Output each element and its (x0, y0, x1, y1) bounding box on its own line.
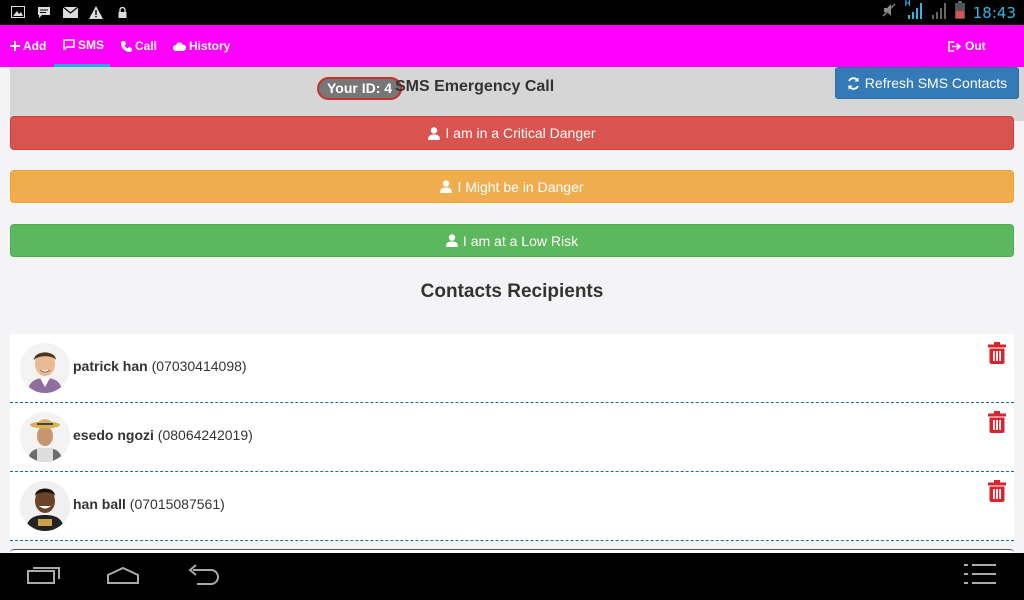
contact-name: han ball (73, 496, 126, 512)
nav-history-label: History (189, 39, 231, 53)
user-icon (445, 234, 458, 247)
nav-call[interactable]: Call (121, 25, 157, 67)
refresh-icon (847, 76, 859, 90)
trash-icon[interactable] (988, 411, 1006, 438)
nav-logout-label: Out (965, 39, 986, 53)
might-be-in-danger-label: I Might be in Danger (457, 178, 584, 195)
contact-info: patrick han (07030414098) (73, 358, 247, 374)
android-navigation-bar (0, 553, 1024, 600)
contact-phone: (07030414098) (151, 358, 247, 374)
list-item[interactable]: esedo ngozi (08064242019) (10, 403, 1014, 472)
nav-add-label: Add (23, 39, 47, 53)
user-icon (440, 180, 453, 193)
low-risk-button[interactable]: I am at a Low Risk (10, 224, 1014, 257)
list-item[interactable]: patrick han (07030414098) (10, 334, 1014, 403)
user-icon (428, 126, 441, 140)
battery-icon (954, 1, 965, 24)
sms-icon (63, 39, 75, 50)
contact-info: han ball (07015087561) (73, 496, 225, 512)
trash-icon[interactable] (988, 342, 1006, 369)
phone-icon (121, 40, 132, 52)
might-be-in-danger-button[interactable]: I Might be in Danger (10, 170, 1014, 203)
menu-icon[interactable] (962, 563, 998, 590)
contact-name: patrick han (73, 358, 148, 374)
contact-phone: (08064242019) (157, 427, 253, 443)
nav-add[interactable]: Add (10, 25, 46, 67)
status-clock: 18:43 (972, 3, 1016, 22)
top-navbar: Add SMS Call History Out (0, 25, 1024, 67)
nav-sms[interactable]: SMS (54, 25, 110, 67)
nav-sms-label: SMS (78, 37, 105, 52)
refresh-sms-contacts-button[interactable]: Refresh SMS Contacts (835, 67, 1019, 99)
signal-icon: H (904, 0, 923, 24)
nav-logout[interactable]: Out (948, 25, 986, 67)
avatar (20, 412, 70, 462)
user-id-badge: Your ID: 4 (317, 77, 403, 100)
trash-icon[interactable] (988, 480, 1006, 507)
signal-weak-icon (931, 2, 947, 24)
contact-name: esedo ngozi (73, 427, 154, 443)
plus-icon (10, 41, 20, 51)
refresh-label: Refresh SMS Contacts (864, 75, 1008, 91)
contact-phone: (07015087561) (129, 496, 225, 512)
page-title: SMS Emergency Call (395, 78, 555, 95)
logout-icon (948, 40, 962, 52)
android-status-bar: H 18:43 (0, 0, 1024, 25)
avatar (20, 481, 70, 531)
recent-apps-icon[interactable] (27, 563, 61, 590)
sms-header-panel: Your ID: 4 SMS Emergency Call Refresh SM… (10, 67, 1024, 121)
low-risk-label: I am at a Low Risk (462, 232, 579, 249)
critical-danger-label: I am in a Critical Danger (445, 125, 596, 141)
back-icon[interactable] (185, 563, 221, 590)
contacts-list: patrick han (07030414098) esedo ngozi (0… (10, 334, 1014, 563)
message-icon (36, 5, 52, 19)
mute-icon (881, 2, 897, 23)
critical-danger-button[interactable]: I am in a Critical Danger (10, 116, 1014, 150)
mail-icon (62, 5, 78, 19)
contacts-recipients-heading: Contacts Recipients (420, 281, 604, 302)
contact-info: esedo ngozi (08064242019) (73, 427, 253, 443)
avatar (20, 343, 70, 393)
network-type-label: H (904, 0, 911, 8)
cloud-icon (173, 42, 186, 51)
warning-icon (88, 5, 104, 19)
picture-icon (10, 5, 26, 19)
nav-call-label: Call (135, 39, 158, 53)
list-item[interactable]: han ball (07015087561) (10, 472, 1014, 541)
home-icon[interactable] (106, 563, 140, 590)
nav-history[interactable]: History (173, 25, 230, 67)
lock-icon (114, 5, 130, 19)
